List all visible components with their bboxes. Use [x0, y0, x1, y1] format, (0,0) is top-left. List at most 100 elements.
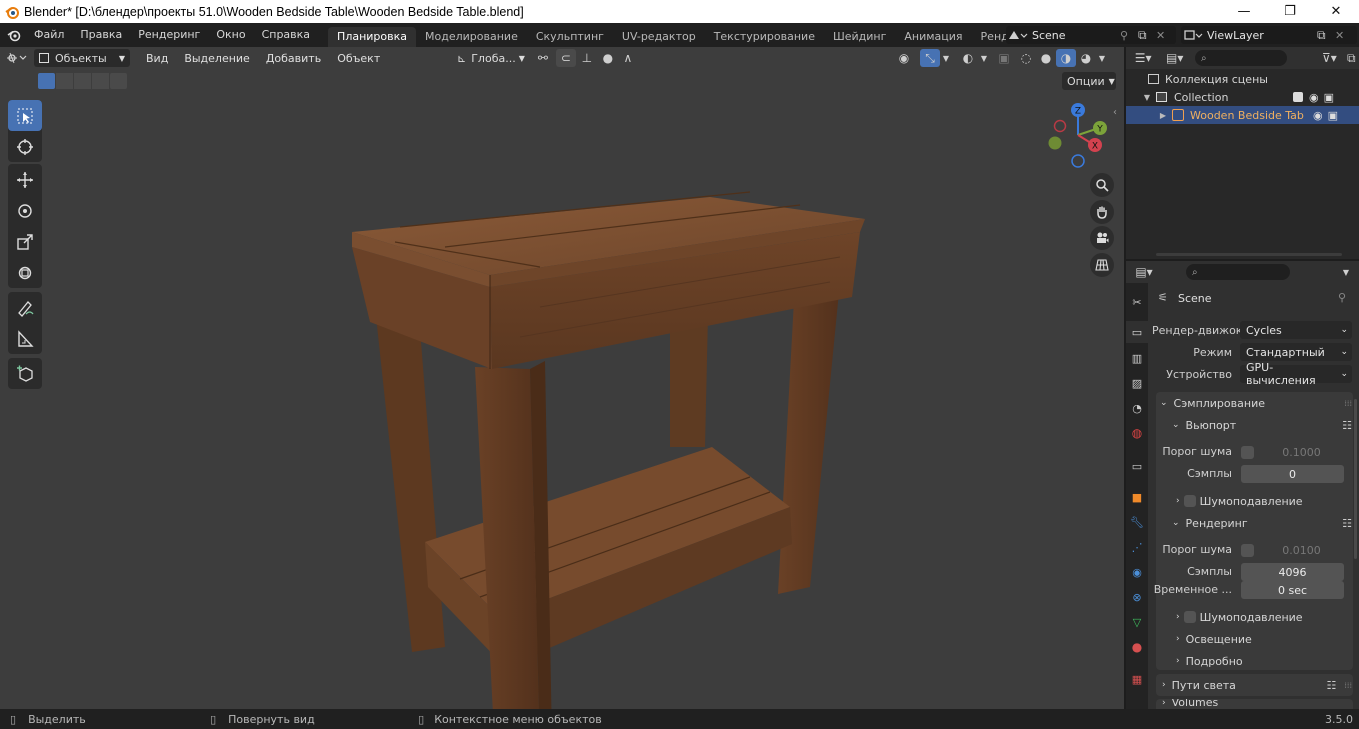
- select-box-tool[interactable]: [8, 100, 42, 131]
- menu-window[interactable]: Окно: [208, 23, 253, 47]
- properties-search-input[interactable]: ⌕: [1186, 264, 1290, 280]
- tab-modeling[interactable]: Моделирование: [416, 27, 527, 47]
- viewport-samples-field[interactable]: 0: [1241, 465, 1344, 483]
- minimize-button[interactable]: —: [1221, 0, 1267, 23]
- transform-tool[interactable]: [8, 257, 42, 288]
- object-tab-icon[interactable]: ■: [1126, 486, 1148, 508]
- output-tab-icon[interactable]: ▥: [1126, 347, 1148, 369]
- select-new-icon[interactable]: [38, 73, 55, 89]
- properties-scrollbar[interactable]: [1354, 399, 1357, 559]
- add-cube-tool[interactable]: [8, 358, 42, 389]
- annotate-tool[interactable]: [8, 292, 42, 323]
- falloff-icon[interactable]: ∧: [618, 49, 638, 67]
- camera-render-icon[interactable]: ▣: [1328, 109, 1338, 122]
- pan-hand-icon[interactable]: [1090, 200, 1114, 224]
- solid-shading-icon[interactable]: ●: [1036, 49, 1056, 67]
- select-subtract-icon[interactable]: [74, 73, 91, 89]
- display-mode-icon[interactable]: ▤▾: [1160, 49, 1189, 67]
- render-denoise-header[interactable]: › Шумоподавление: [1176, 606, 1352, 628]
- view-layer-tab-icon[interactable]: ▨: [1126, 372, 1148, 394]
- new-collection-icon[interactable]: ⧉: [1344, 49, 1359, 67]
- render-noise-threshold-field[interactable]: 0.0100: [1259, 541, 1344, 559]
- time-limit-field[interactable]: 0 sec: [1241, 581, 1344, 599]
- blender-menu-icon[interactable]: [0, 23, 26, 47]
- rotate-tool[interactable]: [8, 195, 42, 226]
- light-paths-header[interactable]: › Пути света ☷ ⁞⁞⁞: [1162, 674, 1352, 696]
- sampling-panel-header[interactable]: ⌄ Сэмплирование ⁞⁞⁞: [1160, 392, 1352, 414]
- modifier-tab-icon[interactable]: 🔧︎: [1126, 511, 1148, 533]
- transform-orientation[interactable]: ⊾ Глоба... ▼: [452, 49, 530, 67]
- chevron-down-icon[interactable]: ▼: [1336, 263, 1356, 281]
- outliner-object-row[interactable]: ▶ Wooden Bedside Tab ◉ ▣: [1126, 106, 1359, 124]
- move-tool[interactable]: [8, 164, 42, 195]
- eye-icon[interactable]: ◉: [1313, 109, 1323, 122]
- wireframe-shading-icon[interactable]: ◌: [1016, 49, 1036, 67]
- select-intersect-icon[interactable]: [110, 73, 127, 89]
- viewport-denoise-checkbox[interactable]: [1183, 495, 1196, 507]
- viewport-noise-threshold-field[interactable]: 0.1000: [1259, 443, 1344, 461]
- viewport-noise-threshold-checkbox[interactable]: [1241, 446, 1254, 459]
- camera-render-icon[interactable]: ▣: [1324, 91, 1334, 104]
- menu-edit[interactable]: Правка: [72, 23, 130, 47]
- measure-tool[interactable]: [8, 323, 42, 354]
- menu-render[interactable]: Рендеринг: [130, 23, 208, 47]
- viewport-menu-select[interactable]: Выделение: [176, 52, 258, 65]
- delete-scene-icon[interactable]: ✕: [1156, 29, 1165, 42]
- render-denoise-checkbox[interactable]: [1183, 611, 1196, 623]
- chevron-down-icon[interactable]: ▼: [1096, 49, 1108, 67]
- pin-icon[interactable]: ⚲: [1338, 291, 1346, 304]
- navigation-gizmo[interactable]: Z Y X: [1040, 97, 1120, 172]
- pivot-point-icon[interactable]: ⚯: [530, 49, 556, 67]
- options-button[interactable]: Опции ▼: [1062, 72, 1116, 90]
- chevron-down-icon[interactable]: ▼: [1126, 93, 1156, 102]
- maximize-button[interactable]: ❐: [1267, 0, 1313, 23]
- render-subpanel-header[interactable]: ⌄ Рендеринг ☷: [1172, 512, 1352, 534]
- render-engine-select[interactable]: Cycles ⌄: [1240, 321, 1352, 339]
- cursor-tool[interactable]: [8, 131, 42, 162]
- presets-list-icon[interactable]: ☷: [1326, 679, 1336, 692]
- texture-tab-icon[interactable]: ▦: [1126, 668, 1148, 690]
- tab-layout[interactable]: Планировка: [328, 27, 417, 47]
- scene-tab-icon[interactable]: ◔: [1126, 397, 1148, 419]
- render-tab-icon[interactable]: ▭: [1126, 321, 1148, 343]
- zoom-icon[interactable]: [1090, 173, 1114, 197]
- wooden-bedside-table-model[interactable]: [340, 147, 880, 709]
- drag-handle-icon[interactable]: ⁞⁞⁞: [1344, 399, 1352, 408]
- pin-icon[interactable]: ⚲: [1120, 29, 1138, 42]
- perspective-grid-icon[interactable]: [1090, 253, 1114, 277]
- presets-list-icon[interactable]: ☷: [1342, 517, 1352, 530]
- tab-texture-paint[interactable]: Текстурирование: [705, 27, 824, 47]
- chevron-down-icon[interactable]: ▼: [940, 49, 952, 67]
- viewport-menu-object[interactable]: Объект: [329, 52, 388, 65]
- proportional-edit-icon[interactable]: ●: [598, 49, 618, 67]
- snap-icon[interactable]: ⊂: [555, 49, 576, 67]
- viewlayer-selector[interactable]: ViewLayer ⧉ ✕: [1181, 26, 1357, 44]
- delete-viewlayer-icon[interactable]: ✕: [1335, 29, 1344, 42]
- advanced-subpanel-header[interactable]: › Подробно: [1176, 650, 1352, 672]
- gizmo-toggle-icon[interactable]: ⤡: [920, 49, 940, 67]
- viewport-menu-add[interactable]: Добавить: [258, 52, 329, 65]
- xray-icon[interactable]: ▣: [994, 49, 1014, 67]
- material-preview-icon[interactable]: ◑: [1056, 49, 1076, 67]
- world-tab-icon[interactable]: ◍: [1126, 422, 1148, 444]
- tab-shading[interactable]: Шейдинг: [824, 27, 895, 47]
- outliner-scrollbar[interactable]: [1156, 253, 1342, 256]
- viewport-subpanel-header[interactable]: ⌄ Вьюпорт ☷: [1172, 414, 1352, 436]
- chevron-down-icon[interactable]: ▼: [978, 49, 990, 67]
- material-tab-icon[interactable]: ●: [1126, 636, 1148, 658]
- editor-type-icon[interactable]: [0, 49, 34, 67]
- 3d-viewport[interactable]: Объекты ▼ Вид Выделение Добавить Объект …: [0, 47, 1124, 709]
- menu-file[interactable]: Файл: [26, 23, 72, 47]
- new-viewlayer-icon[interactable]: ⧉: [1317, 28, 1335, 43]
- new-scene-icon[interactable]: ⧉: [1138, 28, 1156, 43]
- data-tab-icon[interactable]: ▽: [1126, 611, 1148, 633]
- snap-target-icon[interactable]: ⊥: [576, 49, 598, 67]
- rendered-shading-icon[interactable]: ◕: [1076, 49, 1096, 67]
- viewport-denoise-header[interactable]: › Шумоподавление: [1176, 490, 1352, 512]
- physics-tab-icon[interactable]: ◉: [1126, 561, 1148, 583]
- exclude-checkbox[interactable]: [1293, 92, 1303, 102]
- camera-icon[interactable]: [1090, 226, 1114, 250]
- feature-set-select[interactable]: Стандартный ⌄: [1240, 343, 1352, 361]
- scene-selector[interactable]: Scene ⚲ ⧉ ✕: [1006, 26, 1176, 44]
- select-extend-icon[interactable]: [56, 73, 73, 89]
